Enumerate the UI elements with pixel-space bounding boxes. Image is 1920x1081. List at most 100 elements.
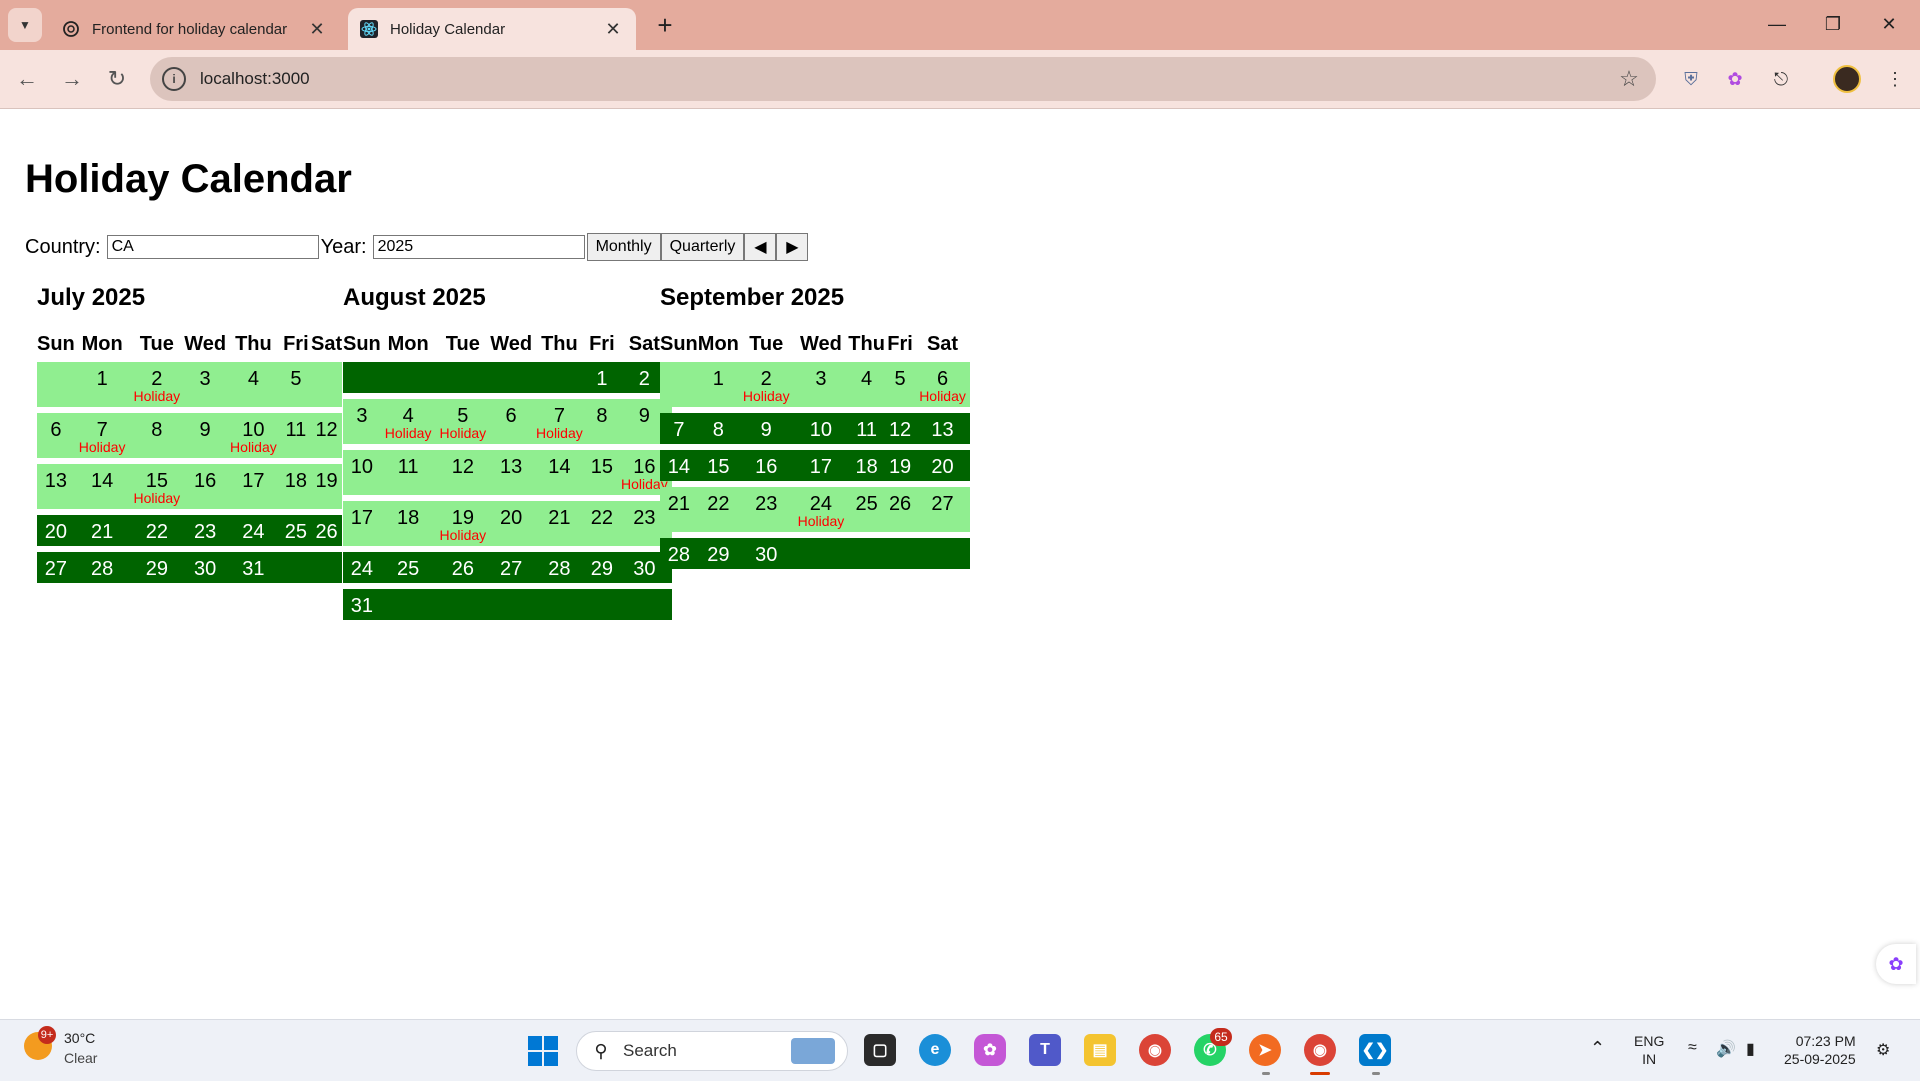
day-cell[interactable]: 8 xyxy=(697,413,739,444)
day-cell[interactable]: 20 xyxy=(915,450,970,481)
chrome-profile-icon[interactable]: ◉ xyxy=(1304,1034,1336,1066)
input-language-indicator[interactable]: ENG IN xyxy=(1634,1032,1664,1068)
day-cell[interactable]: 12 xyxy=(435,450,491,495)
copilot-sidebar-button[interactable]: ✿ xyxy=(1876,944,1916,984)
day-cell[interactable]: 19 xyxy=(311,464,343,509)
day-cell[interactable]: 5 xyxy=(280,362,311,407)
day-cell[interactable]: 4 xyxy=(226,362,281,407)
day-cell[interactable]: 29 xyxy=(586,552,617,583)
country-input[interactable] xyxy=(106,235,319,259)
day-cell[interactable]: 3 xyxy=(184,362,227,407)
day-cell[interactable]: 24 xyxy=(226,515,281,546)
monthly-view-button[interactable]: Monthly xyxy=(586,233,661,261)
day-cell[interactable]: 6 Holiday xyxy=(915,362,970,407)
day-cell[interactable]: 14 xyxy=(532,450,587,495)
day-cell[interactable]: 17 xyxy=(793,450,849,481)
day-cell[interactable]: 31 xyxy=(226,552,281,583)
postman-icon[interactable]: ➤ xyxy=(1249,1034,1281,1066)
url-text[interactable]: localhost:3000 xyxy=(200,69,1612,89)
day-cell[interactable]: 25 xyxy=(280,515,311,546)
day-cell[interactable]: 15 xyxy=(697,450,739,481)
day-cell[interactable]: 20 xyxy=(490,501,533,546)
close-icon[interactable]: ✕ xyxy=(602,18,624,40)
day-cell[interactable]: 23 xyxy=(738,487,794,532)
browser-tab-holiday-calendar[interactable]: Holiday Calendar ✕ xyxy=(348,8,636,50)
browser-tab-frontend[interactable]: Frontend for holiday calendar ✕ xyxy=(50,8,340,50)
shield-extension-icon[interactable]: ⛨ xyxy=(1676,64,1706,94)
day-cell[interactable]: 9 xyxy=(184,413,227,458)
windows-start-button[interactable] xyxy=(528,1036,558,1066)
day-cell[interactable]: 11 xyxy=(848,413,885,444)
day-cell[interactable]: 30 xyxy=(184,552,227,583)
day-cell[interactable]: 7 xyxy=(660,413,698,444)
day-cell[interactable]: 8 xyxy=(129,413,185,458)
day-cell[interactable]: 28 xyxy=(660,538,698,569)
day-cell[interactable]: 14 xyxy=(660,450,698,481)
extensions-puzzle-icon[interactable]: ⎋ xyxy=(1766,64,1796,94)
year-input[interactable] xyxy=(372,235,585,259)
day-cell[interactable]: 12 xyxy=(311,413,343,458)
day-cell[interactable]: 10 xyxy=(343,450,381,495)
teams-icon[interactable]: T xyxy=(1029,1034,1061,1066)
volume-icon[interactable]: 🔊 xyxy=(1716,1039,1736,1059)
restore-button[interactable]: ❐ xyxy=(1810,6,1856,42)
bookmark-star-icon[interactable]: ☆ xyxy=(1612,62,1646,96)
day-cell[interactable]: 23 xyxy=(184,515,227,546)
day-cell[interactable]: 6 xyxy=(37,413,75,458)
day-cell[interactable]: 16 xyxy=(738,450,794,481)
day-cell[interactable]: 18 xyxy=(380,501,436,546)
site-info-icon[interactable]: i xyxy=(162,67,186,91)
new-tab-button[interactable]: + xyxy=(650,10,680,40)
day-cell[interactable]: 13 xyxy=(490,450,533,495)
day-cell[interactable]: 17 xyxy=(343,501,381,546)
day-cell[interactable]: 4 Holiday xyxy=(380,399,436,444)
forward-button[interactable]: → xyxy=(55,62,89,96)
day-cell[interactable]: 31 xyxy=(343,589,381,620)
day-cell[interactable]: 21 xyxy=(660,487,698,532)
day-cell[interactable]: 2 Holiday xyxy=(738,362,794,407)
day-cell[interactable]: 14 xyxy=(74,464,130,509)
day-cell[interactable]: 3 xyxy=(343,399,381,444)
close-icon[interactable]: ✕ xyxy=(306,18,328,40)
more-menu-icon[interactable]: ⋮ xyxy=(1880,64,1910,94)
tab-search-dropdown-button[interactable]: ▼ xyxy=(8,8,42,42)
day-cell[interactable]: 29 xyxy=(697,538,739,569)
day-cell[interactable]: 29 xyxy=(129,552,185,583)
day-cell[interactable]: 10 xyxy=(793,413,849,444)
day-cell[interactable]: 16 xyxy=(184,464,227,509)
day-cell[interactable]: 12 xyxy=(884,413,916,444)
profile-avatar[interactable] xyxy=(1833,65,1861,93)
day-cell[interactable]: 1 xyxy=(586,362,617,393)
day-cell[interactable]: 6 xyxy=(490,399,533,444)
system-clock[interactable]: 07:23 PM 25-09-2025 xyxy=(1784,1032,1856,1068)
day-cell[interactable]: 27 xyxy=(490,552,533,583)
day-cell[interactable]: 2 Holiday xyxy=(129,362,185,407)
day-cell[interactable]: 7 Holiday xyxy=(74,413,130,458)
reload-button[interactable]: ↻ xyxy=(100,62,134,96)
day-cell[interactable]: 4 xyxy=(848,362,885,407)
day-cell[interactable]: 26 xyxy=(435,552,491,583)
copilot-app-icon[interactable]: ✿ xyxy=(974,1034,1006,1066)
task-view-icon[interactable]: ▢ xyxy=(864,1034,896,1066)
edge-browser-icon[interactable]: e xyxy=(919,1034,951,1066)
notification-bell-icon[interactable]: ⚙ xyxy=(1876,1040,1890,1060)
quarterly-view-button[interactable]: Quarterly xyxy=(660,233,745,261)
day-cell[interactable]: 24 xyxy=(343,552,381,583)
day-cell[interactable]: 25 xyxy=(380,552,436,583)
chevron-up-icon[interactable]: ⌃ xyxy=(1590,1038,1605,1059)
day-cell[interactable]: 28 xyxy=(74,552,130,583)
close-window-button[interactable]: ✕ xyxy=(1866,6,1912,42)
day-cell[interactable]: 18 xyxy=(280,464,311,509)
day-cell[interactable]: 13 xyxy=(37,464,75,509)
day-cell[interactable]: 19 Holiday xyxy=(435,501,491,546)
address-bar[interactable]: i localhost:3000 ☆ xyxy=(150,57,1656,101)
day-cell[interactable]: 27 xyxy=(37,552,75,583)
day-cell[interactable]: 8 xyxy=(586,399,617,444)
day-cell[interactable]: 19 xyxy=(884,450,916,481)
day-cell[interactable]: 28 xyxy=(532,552,587,583)
day-cell[interactable]: 7 Holiday xyxy=(532,399,587,444)
day-cell[interactable]: 1 xyxy=(697,362,739,407)
day-cell[interactable]: 25 xyxy=(848,487,885,532)
file-explorer-icon[interactable]: ▤ xyxy=(1084,1034,1116,1066)
day-cell[interactable]: 3 xyxy=(793,362,849,407)
